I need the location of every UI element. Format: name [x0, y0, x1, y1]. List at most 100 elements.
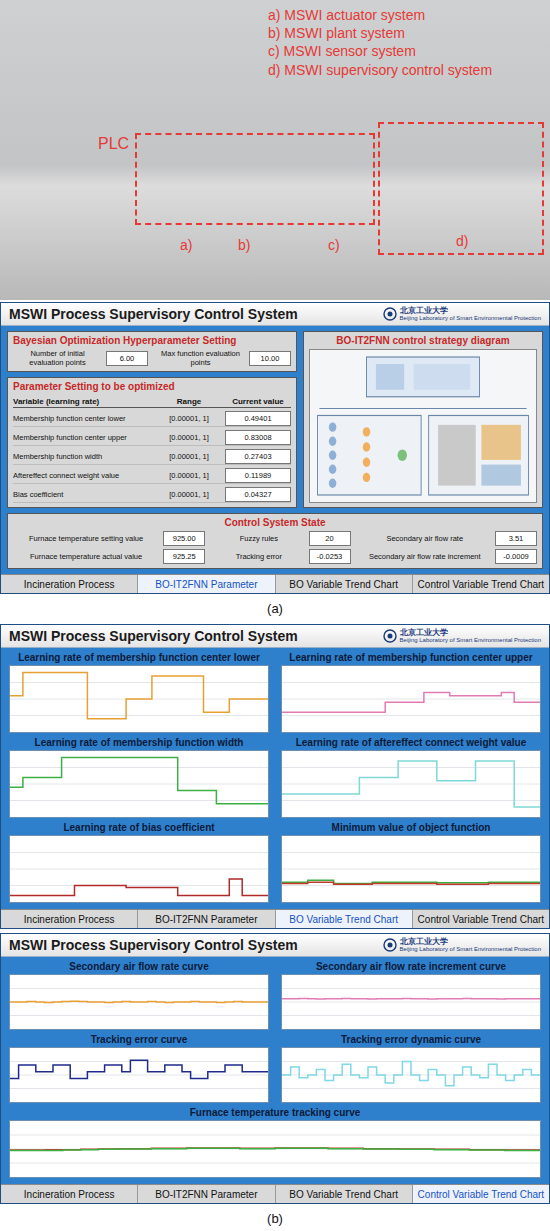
bo-trend-screen: MSWI Process Supervisory Control System北…: [0, 624, 550, 929]
state-field: Secondary air flow rate3.51: [359, 531, 538, 546]
field-value: -0.0009: [495, 549, 537, 564]
chart-plot: [281, 750, 541, 818]
chart-title: Minimum value of object function: [281, 822, 541, 833]
panel-title: Bayesian Optimization Hyperparameter Set…: [13, 335, 291, 346]
tab[interactable]: BO-IT2FNN Parameter: [138, 910, 275, 928]
chart-figure: [282, 836, 540, 902]
field-label: Secondary air flow rate: [359, 534, 492, 543]
chart-figure: [282, 666, 540, 732]
lab-name: Beijing Laboratory of Smart Environmenta…: [400, 637, 541, 644]
lab-name: Beijing Laboratory of Smart Environmenta…: [400, 946, 541, 953]
current-value[interactable]: 0.04327: [225, 487, 291, 502]
strategy-diagram: [310, 350, 536, 502]
table-row: Membership function width[0.00001, 1]0.2…: [13, 449, 291, 465]
params-panel: Parameter Setting to be optimizedVariabl…: [7, 377, 297, 508]
current-value[interactable]: 0.83008: [225, 430, 291, 445]
field-value: -0.0253: [309, 549, 351, 564]
tab[interactable]: Control Variable Trend Chart: [413, 1185, 549, 1203]
field-label: Furnace temperature setting value: [13, 534, 159, 543]
range-cell: [0.00001, 1]: [156, 452, 222, 461]
chart-line: [10, 1148, 540, 1150]
emblem-icon: [383, 629, 397, 643]
tab[interactable]: BO Variable Trend Chart: [276, 1185, 413, 1203]
tab[interactable]: BO-IT2FNN Parameter: [138, 575, 275, 593]
lab-photo: a) MSWI actuator systemb) MSWI plant sys…: [0, 0, 550, 300]
chart-plot: [9, 1120, 541, 1178]
tab[interactable]: Incineration Process: [1, 1185, 138, 1203]
value-cell: 0.83008: [225, 430, 291, 445]
trend-chart: Learning rate of membership function cen…: [281, 652, 541, 733]
plc-region-outline: [135, 133, 375, 225]
chart-plot: [281, 974, 541, 1030]
table-row: Aftereffect connect weight value[0.00001…: [13, 468, 291, 484]
trend-chart: Secondary air flow rate increment curve: [281, 961, 541, 1030]
chart-line: [282, 692, 540, 712]
figure: a) MSWI actuator systemb) MSWI plant sys…: [0, 0, 550, 1231]
field-value[interactable]: 10.00: [249, 351, 291, 366]
lab-logo: 北京工业大学Beijing Laboratory of Smart Enviro…: [383, 306, 541, 321]
diagram-area: [309, 349, 537, 503]
screen-header: MSWI Process Supervisory Control System北…: [1, 934, 549, 957]
caption: (b): [0, 1206, 550, 1231]
tab[interactable]: Incineration Process: [1, 575, 138, 593]
logo-name: 北京工业大学: [400, 306, 448, 315]
trend-chart: Learning rate of bias coefficient: [9, 822, 269, 903]
tab-bar: Incineration ProcessBO-IT2FNN ParameterB…: [1, 1184, 549, 1203]
diagram-panel: BO-IT2FNN control strategy diagram: [303, 331, 543, 508]
system-labels: a) MSWI actuator systemb) MSWI plant sys…: [268, 6, 492, 79]
chart-title: Furnace temperature tracking curve: [9, 1107, 541, 1118]
tab[interactable]: BO-IT2FNN Parameter: [138, 1185, 275, 1203]
chart-figure: [282, 1048, 540, 1102]
screen-header: MSWI Process Supervisory Control System 北…: [1, 303, 549, 326]
tab[interactable]: Incineration Process: [1, 910, 138, 928]
chart-plot: [281, 665, 541, 733]
range-cell: [0.00001, 1]: [156, 433, 222, 442]
tab[interactable]: Control Variable Trend Chart: [413, 575, 549, 593]
current-value[interactable]: 0.11989: [225, 468, 291, 483]
logo-name: 北京工业大学: [400, 628, 448, 637]
chart-title: Learning rate of membership function wid…: [9, 737, 269, 748]
chart-plot: [9, 665, 269, 733]
screen-title: MSWI Process Supervisory Control System: [9, 306, 298, 322]
setting-field: Max function evaluation points10.00: [156, 349, 291, 367]
tab[interactable]: Control Variable Trend Chart: [413, 910, 549, 928]
field-value[interactable]: 6.00: [106, 351, 148, 366]
chart-plot: [281, 1047, 541, 1103]
chart-figure: [282, 975, 540, 1029]
range-cell: [0.00001, 1]: [156, 471, 222, 480]
range-cell: [0.00001, 1]: [156, 490, 222, 499]
field-value: 925.00: [163, 531, 205, 546]
chart-title: Learning rate of bias coefficient: [9, 822, 269, 833]
field-value: 925.25: [163, 549, 205, 564]
chart-line: [282, 998, 540, 1000]
lab-logo: 北京工业大学Beijing Laboratory of Smart Enviro…: [383, 628, 541, 643]
monitor-marker: d): [456, 232, 468, 250]
chart-line: [282, 761, 540, 807]
value-cell: 0.49401: [225, 411, 291, 426]
chart-figure: [282, 751, 540, 817]
variable-cell: Membership function width: [13, 452, 153, 461]
system-label: b) MSWI plant system: [268, 24, 492, 42]
current-value[interactable]: 0.27403: [225, 449, 291, 464]
monitor-marker: a): [180, 236, 192, 254]
chart-line: [282, 1062, 540, 1086]
value-cell: 0.27403: [225, 449, 291, 464]
column-header: Range: [156, 397, 222, 406]
tab[interactable]: BO Variable Trend Chart: [276, 575, 413, 593]
current-value[interactable]: 0.49401: [225, 411, 291, 426]
chart-plot: [9, 974, 269, 1030]
state-field: Furnace temperature actual value925.25: [13, 549, 205, 564]
chart-line: [10, 1148, 540, 1150]
column-header: Variable (learning rate): [13, 397, 153, 406]
table-row: Bias coefficient[0.00001, 1]0.04327: [13, 487, 291, 503]
bo-settings-panel: Bayesian Optimization Hyperparameter Set…: [7, 331, 297, 372]
tab[interactable]: BO Variable Trend Chart: [276, 910, 413, 928]
state-field: Secondary air flow rate increment-0.0009: [359, 549, 538, 564]
panel-title: Control System State: [13, 517, 537, 528]
chart-title: Learning rate of aftereffect connect wei…: [281, 737, 541, 748]
chart-figure: [10, 975, 268, 1029]
emblem-icon: [383, 938, 397, 952]
system-label: a) MSWI actuator system: [268, 6, 492, 24]
field-value: 3.51: [495, 531, 537, 546]
screen-header: MSWI Process Supervisory Control System北…: [1, 625, 549, 648]
